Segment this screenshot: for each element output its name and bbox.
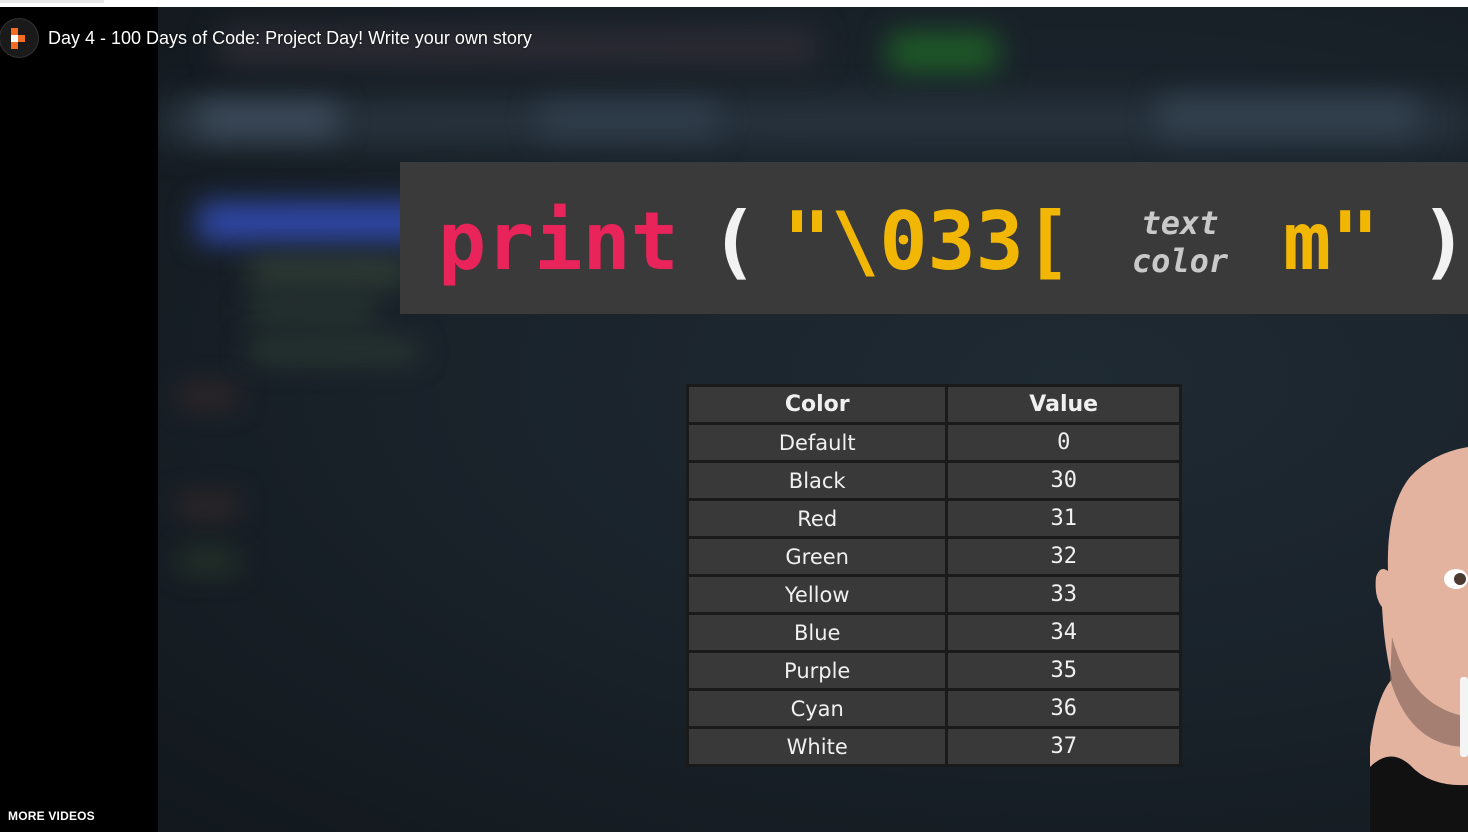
table-row: Black 30	[685, 460, 1182, 501]
color-name-cell: Blue	[685, 612, 949, 653]
blurred-sidebar-line	[178, 387, 238, 405]
channel-avatar[interactable]	[0, 19, 38, 57]
color-name-cell: Green	[685, 536, 949, 577]
blurred-sidebar-line	[178, 552, 238, 570]
more-videos-button[interactable]: MORE VIDEOS	[8, 809, 95, 823]
table-row: White 37	[685, 726, 1182, 767]
table-row: Cyan 36	[685, 688, 1182, 729]
code-banner: print ( "\033[ text color m" )	[400, 162, 1468, 314]
presenter-image	[1370, 447, 1468, 832]
color-name-cell: Red	[685, 498, 949, 539]
color-name-cell: Cyan	[685, 688, 949, 729]
color-value-cell: 31	[945, 498, 1182, 539]
blurred-ide-tab	[1158, 97, 1418, 137]
color-value-cell: 34	[945, 612, 1182, 653]
color-value-cell: 37	[945, 726, 1182, 767]
table-row: Yellow 33	[685, 574, 1182, 615]
column-header-color: Color	[685, 384, 949, 425]
color-name-cell: Default	[685, 422, 949, 463]
table-row: Red 31	[685, 498, 1182, 539]
blurred-green-bar	[888, 32, 998, 72]
color-value-cell: 35	[945, 650, 1182, 691]
table-row: Blue 34	[685, 612, 1182, 653]
table-header-row: Color Value	[685, 384, 1182, 425]
color-value-cell: 30	[945, 460, 1182, 501]
color-value-cell: 32	[945, 536, 1182, 577]
blurred-ide-tab	[538, 102, 718, 137]
blurred-sidebar-line	[248, 302, 378, 320]
color-name-cell: Yellow	[685, 574, 949, 615]
color-name-cell: White	[685, 726, 949, 767]
color-name-cell: Purple	[685, 650, 949, 691]
progress-strip	[0, 0, 1468, 7]
blurred-sidebar-line	[178, 497, 238, 515]
open-paren: (	[710, 195, 759, 288]
close-paren: )	[1420, 195, 1468, 288]
table-row: Green 32	[685, 536, 1182, 577]
escape-string-end: m"	[1283, 195, 1380, 288]
column-header-value: Value	[945, 384, 1182, 425]
blurred-ide-tab	[198, 102, 338, 137]
escape-string-start: "\033[	[783, 195, 1072, 288]
color-value-table: Color Value Default 0 Black 30 Red 31 Green…	[685, 384, 1182, 767]
text-color-hint: text color	[1110, 204, 1250, 280]
blurred-sidebar-line	[248, 262, 408, 282]
video-title[interactable]: Day 4 - 100 Days of Code: Project Day! W…	[48, 27, 532, 49]
progress-segment	[0, 0, 104, 3]
video-title-bar: Day 4 - 100 Days of Code: Project Day! W…	[0, 19, 900, 67]
channel-logo-icon	[11, 28, 25, 49]
color-name-cell: Black	[685, 460, 949, 501]
table-row: Purple 35	[685, 650, 1182, 691]
hint-line-1: text	[1141, 204, 1219, 242]
color-value-cell: 0	[945, 422, 1182, 463]
table-row: Default 0	[685, 422, 1182, 463]
video-player[interactable]: print ( "\033[ text color m" ) Color Val…	[0, 7, 1468, 832]
color-value-cell: 33	[945, 574, 1182, 615]
letterbox-left	[0, 7, 158, 832]
color-value-cell: 36	[945, 688, 1182, 729]
print-keyword: print	[438, 195, 679, 288]
hint-line-2: color	[1131, 242, 1229, 280]
blurred-sidebar-line	[248, 342, 418, 360]
